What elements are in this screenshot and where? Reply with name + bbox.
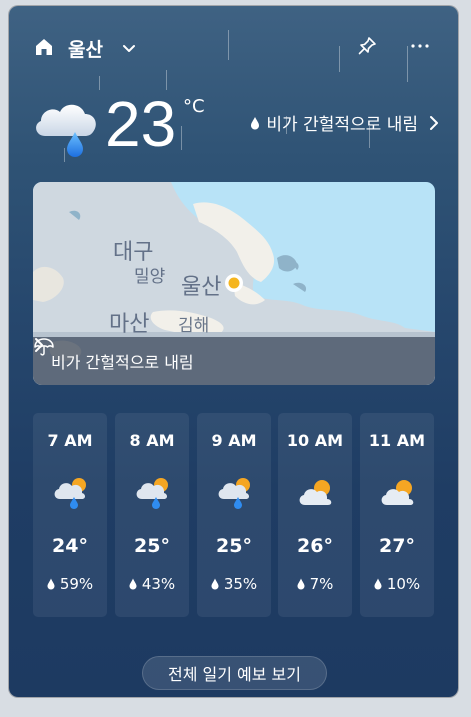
hour-precipitation: 43% [115, 575, 189, 593]
current-condition-link[interactable]: 비가 간헐적으로 내림 [250, 110, 440, 135]
hour-time: 7 AM [47, 431, 93, 450]
map-label-gimhae: 김해 [178, 316, 210, 336]
current-temperature: 23 [105, 88, 177, 160]
map-label-miryang: 밀양 [134, 267, 166, 287]
map-alert-text: 비가 간헐적으로 내림 [51, 353, 194, 372]
home-icon[interactable] [33, 36, 55, 58]
hourly-forecast: 7 AM 24° 59% 8 AM 25° 43% 9 AM 25° 35% 1… [33, 413, 435, 617]
location-name[interactable]: 울산 [68, 35, 103, 62]
hour-time: 9 AM [211, 431, 257, 450]
map-alert-banner[interactable]: 비가 간헐적으로 내림 [33, 337, 435, 385]
hour-time: 11 AM [368, 431, 426, 450]
chevron-right-icon [430, 115, 438, 130]
hour-precipitation: 59% [33, 575, 107, 593]
hour-temperature: 27° [379, 535, 415, 557]
more-icon[interactable] [406, 35, 434, 57]
drop-icon [211, 578, 219, 590]
hour-precip-value: 35% [223, 575, 258, 593]
current-conditions[interactable]: 23 °C 비가 간헐적으로 내림 [31, 88, 440, 170]
location-marker-icon [225, 274, 243, 292]
hour-time: 8 AM [129, 431, 175, 450]
hour-precipitation: 35% [197, 575, 271, 593]
hour-precip-value: 59% [59, 575, 94, 593]
rain-sun-icon [136, 478, 168, 509]
drop-icon [374, 578, 382, 590]
weather-map[interactable]: 대구 밀양 울산 마산 김해 비가 간헐적으로 내림 [33, 182, 435, 385]
hour-card[interactable]: 11 AM 27° 10% [360, 413, 434, 617]
partly-cloudy-icon [299, 480, 332, 505]
hour-precipitation: 7% [278, 575, 352, 593]
hour-precip-value: 43% [141, 575, 176, 593]
pin-icon[interactable] [356, 35, 378, 57]
hour-precip-value: 10% [386, 575, 421, 593]
drop-icon [47, 578, 55, 590]
drop-icon [251, 116, 260, 129]
view-full-forecast-button[interactable]: 전체 일기 예보 보기 [142, 656, 327, 690]
map-label-masan: 마산 [109, 312, 150, 337]
hour-temperature: 25° [216, 535, 252, 557]
widget-header: 울산 [33, 32, 434, 64]
drop-icon [297, 578, 305, 590]
hour-temperature: 26° [297, 535, 333, 557]
hour-time: 10 AM [286, 431, 344, 450]
hour-card[interactable]: 8 AM 25° 43% [115, 413, 189, 617]
temperature-unit[interactable]: °C [183, 96, 205, 117]
rain-sun-icon [54, 478, 86, 509]
current-condition-text: 비가 간헐적으로 내림 [266, 115, 418, 135]
hour-card[interactable]: 7 AM 24° 59% [33, 413, 107, 617]
hour-precipitation: 10% [360, 575, 434, 593]
cloud-rain-icon [36, 104, 96, 157]
chevron-down-icon[interactable] [119, 38, 139, 58]
weather-widget: 울산 23 °C 비가 간헐적으로 내림 대구 밀양 울산 마산 김해 비가 간… [9, 6, 458, 697]
chevron-right-icon [35, 338, 43, 352]
hour-card[interactable]: 9 AM 25° 35% [197, 413, 271, 617]
hour-temperature: 25° [134, 535, 170, 557]
rain-sun-icon [218, 478, 250, 509]
hour-precip-value: 7% [309, 575, 334, 593]
partly-cloudy-icon [381, 480, 414, 505]
map-label-ulsan: 울산 [181, 275, 222, 300]
drop-icon [129, 578, 137, 590]
hour-temperature: 24° [52, 535, 88, 557]
hour-card[interactable]: 10 AM 26° 7% [278, 413, 352, 617]
